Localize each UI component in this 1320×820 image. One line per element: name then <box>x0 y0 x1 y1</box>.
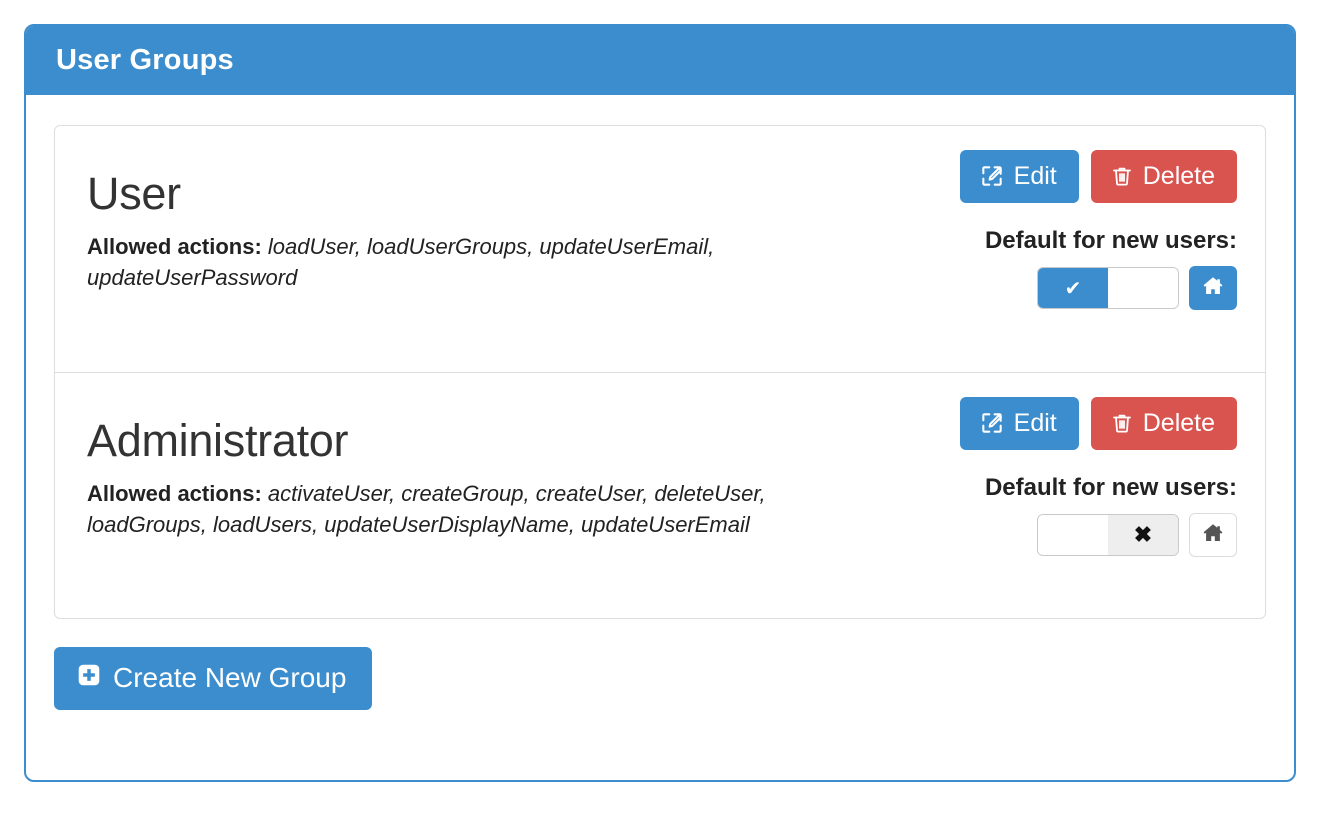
panel-footer: Create New Group <box>26 619 1294 710</box>
toggle-knob <box>1038 515 1108 555</box>
edit-button[interactable]: Edit <box>959 150 1079 203</box>
allowed-actions-label: Allowed actions: <box>87 234 262 260</box>
page-title: User Groups <box>56 44 234 76</box>
edit-button-label: Edit <box>1013 161 1057 190</box>
edit-pencil-icon <box>979 163 1005 189</box>
group-info: Administrator Allowed actions: activateU… <box>87 417 877 541</box>
set-home-button[interactable] <box>1189 266 1237 310</box>
edit-pencil-icon <box>979 410 1005 436</box>
group-name: User <box>87 168 181 219</box>
group-allowed-actions: Allowed actions: activateUser, createGro… <box>87 478 807 540</box>
default-toggle-row: ✔ <box>917 266 1237 310</box>
delete-button-label: Delete <box>1142 408 1215 437</box>
group-button-row: Edit Delete <box>917 397 1237 450</box>
delete-button[interactable]: Delete <box>1090 150 1237 203</box>
default-for-new-users-toggle[interactable]: ✔ <box>1037 267 1179 309</box>
default-toggle-row: ✖ <box>917 513 1237 557</box>
allowed-actions-label: Allowed actions: <box>87 481 262 507</box>
set-home-button[interactable] <box>1189 513 1237 557</box>
default-for-new-users-toggle[interactable]: ✖ <box>1037 514 1179 556</box>
edit-button-label: Edit <box>1013 408 1057 437</box>
group-list-item: User Allowed actions: loadUser, loadUser… <box>55 126 1265 372</box>
group-list-item: Administrator Allowed actions: activateU… <box>55 372 1265 618</box>
default-for-new-users-label: Default for new users: <box>984 474 1237 501</box>
trash-icon <box>1110 163 1134 189</box>
group-name: Administrator <box>87 415 349 466</box>
default-for-new-users-label: Default for new users: <box>984 227 1237 254</box>
toggle-off-state: ✖ <box>1108 515 1178 555</box>
plus-square-icon <box>76 662 102 693</box>
toggle-knob <box>1108 268 1178 308</box>
panel-header: User Groups <box>26 26 1294 95</box>
panel-body: User Allowed actions: loadUser, loadUser… <box>26 95 1294 619</box>
home-icon <box>1201 274 1225 303</box>
create-new-group-label: Create New Group <box>113 661 347 693</box>
group-controls: Edit Delete <box>917 150 1237 310</box>
group-allowed-actions: Allowed actions: loadUser, loadUserGroup… <box>87 231 807 293</box>
toggle-on-state: ✔ <box>1038 268 1108 308</box>
group-info: User Allowed actions: loadUser, loadUser… <box>87 170 877 294</box>
group-list: User Allowed actions: loadUser, loadUser… <box>54 125 1266 619</box>
delete-button[interactable]: Delete <box>1090 397 1237 450</box>
user-groups-panel: User Groups User Allowed actions: loadUs… <box>24 24 1296 782</box>
create-new-group-button[interactable]: Create New Group <box>54 647 373 710</box>
home-icon <box>1201 521 1225 550</box>
group-button-row: Edit Delete <box>917 150 1237 203</box>
trash-icon <box>1110 410 1134 436</box>
delete-button-label: Delete <box>1142 161 1215 190</box>
edit-button[interactable]: Edit <box>959 397 1079 450</box>
group-controls: Edit Delete <box>917 397 1237 557</box>
